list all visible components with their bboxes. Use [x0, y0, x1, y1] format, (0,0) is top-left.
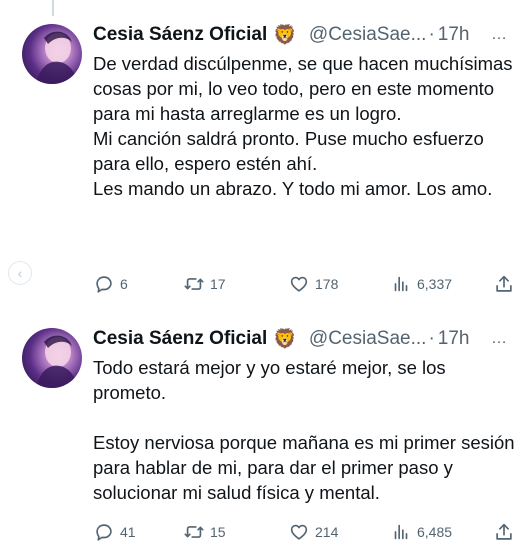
avatar-image [36, 335, 78, 388]
tweet-actions: 41 15 214 6,485 [93, 520, 518, 544]
retweet-arrows-icon [184, 278, 204, 290]
share-button[interactable] [493, 520, 515, 544]
avatar[interactable] [22, 328, 82, 388]
thread-line [52, 0, 54, 16]
retweet-button[interactable]: 17 [183, 272, 226, 296]
views-bars-icon [394, 524, 408, 540]
more-options-icon[interactable]: … [486, 326, 512, 352]
retweet-count: 15 [210, 524, 226, 540]
views-button[interactable]: 6,337 [390, 272, 452, 296]
retweet-count: 17 [210, 276, 226, 292]
views-button[interactable]: 6,485 [390, 520, 452, 544]
avatar[interactable] [22, 24, 82, 84]
retweet-button[interactable]: 15 [183, 520, 226, 544]
tweet-paragraph: Les mando un abrazo. Y todo mi amor. Los… [93, 178, 493, 199]
tweet-timestamp[interactable]: 17h [438, 24, 470, 46]
paragraph-spacer [93, 405, 518, 430]
tweet-header: Cesia Sáenz Oficial 🦁 @CesiaSae... · 17h [93, 326, 516, 352]
tweet-header: Cesia Sáenz Oficial 🦁 @CesiaSae... · 17h [93, 22, 516, 48]
chevron-left-icon[interactable]: ‹ [8, 261, 32, 285]
reply-bubble-icon [96, 524, 112, 541]
reply-button[interactable]: 41 [93, 520, 136, 544]
share-button[interactable] [493, 272, 515, 296]
retweet-arrows-icon [184, 526, 204, 538]
time-separator: · [428, 328, 435, 349]
views-bars-icon [394, 276, 408, 292]
lion-emoji-icon: 🦁 [273, 24, 297, 46]
reply-bubble-icon [96, 276, 112, 293]
like-button[interactable]: 214 [288, 520, 338, 544]
tweet-paragraph: Todo estará mejor y yo estaré mejor, se … [93, 357, 446, 403]
view-count: 6,485 [417, 524, 453, 540]
avatar-image [36, 31, 78, 84]
view-count: 6,337 [417, 276, 453, 292]
heart-icon [290, 524, 308, 540]
lion-emoji-icon: 🦁 [273, 328, 297, 350]
tweet-paragraph: De verdad discúlpenme, se que hacen much… [93, 53, 513, 124]
more-options-icon[interactable]: … [486, 22, 512, 48]
reply-button[interactable]: 6 [93, 272, 128, 296]
tweet-text: Todo estará mejor y yo estaré mejor, se … [93, 355, 518, 505]
like-count: 178 [315, 276, 339, 292]
reply-count: 41 [120, 524, 136, 540]
like-count: 214 [315, 524, 339, 540]
tweet-timestamp[interactable]: 17h [438, 328, 470, 350]
author-handle[interactable]: @CesiaSae... [309, 24, 427, 46]
tweet-paragraph: Mi canción saldrá pronto. Puse mucho esf… [93, 128, 484, 174]
heart-icon [290, 276, 308, 292]
share-upload-icon [496, 523, 512, 540]
tweet-text: De verdad discúlpenme, se que hacen much… [93, 51, 518, 201]
reply-count: 6 [120, 276, 128, 292]
author-name[interactable]: Cesia Sáenz Oficial [93, 24, 267, 46]
tweet-actions: 6 17 178 6,337 [93, 272, 518, 296]
like-button[interactable]: 178 [288, 272, 338, 296]
author-handle[interactable]: @CesiaSae... [309, 328, 427, 350]
share-upload-icon [496, 275, 512, 292]
tweet-paragraph: Estoy nerviosa porque mañana es mi prime… [93, 432, 515, 503]
time-separator: · [428, 24, 435, 45]
author-name[interactable]: Cesia Sáenz Oficial [93, 328, 267, 350]
